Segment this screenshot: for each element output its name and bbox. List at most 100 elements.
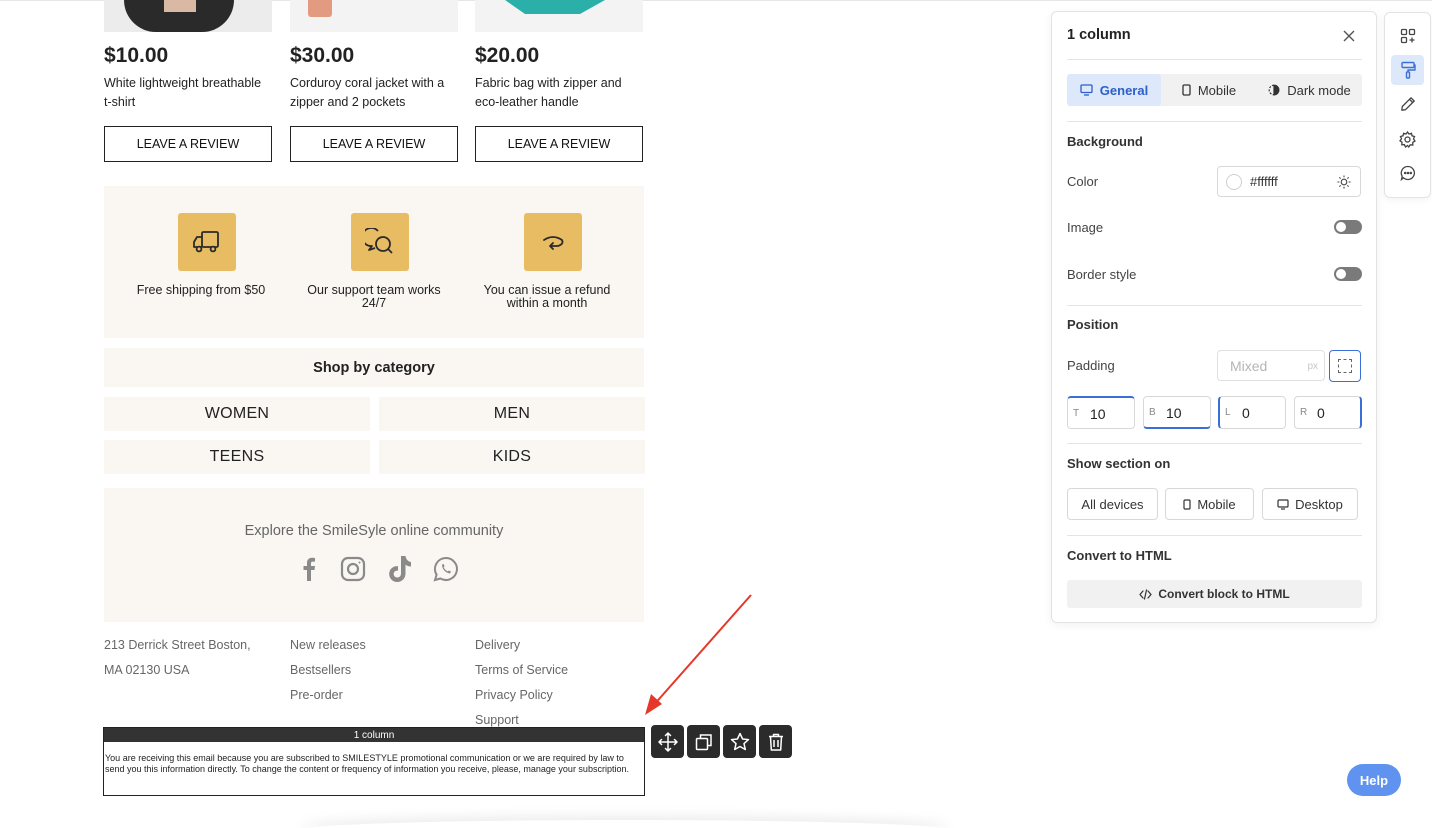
- color-value[interactable]: #ffffff: [1250, 174, 1278, 189]
- panel-tabs: General Mobile Dark mode: [1067, 74, 1362, 106]
- unsubscribe-notice-text[interactable]: You are receiving this email because you…: [105, 753, 643, 775]
- leave-review-button[interactable]: LEAVE A REVIEW: [290, 126, 458, 162]
- field-label: L: [1225, 407, 1231, 418]
- duplicate-icon[interactable]: [687, 725, 720, 758]
- image-label: Image: [1067, 220, 1104, 235]
- instagram-icon[interactable]: [338, 554, 368, 584]
- button-label: Mobile: [1197, 496, 1236, 512]
- padding-top-field[interactable]: T 10: [1067, 396, 1135, 429]
- category-link-men[interactable]: MEN: [379, 397, 645, 431]
- border-style-label: Border style: [1067, 267, 1137, 282]
- field-value[interactable]: 0: [1242, 405, 1250, 421]
- product-image: [290, 0, 458, 32]
- tab-general[interactable]: General: [1067, 74, 1161, 106]
- product-price: $20.00: [475, 44, 540, 67]
- chat-bubbles-icon: [351, 213, 409, 271]
- footer-link-privacy[interactable]: Privacy Policy: [475, 683, 655, 708]
- tab-label: General: [1099, 82, 1149, 98]
- tab-dark-mode[interactable]: Dark mode: [1257, 74, 1362, 106]
- mobile-icon: [1183, 498, 1191, 510]
- footer-link-pre-order[interactable]: Pre-order: [290, 683, 470, 708]
- field-value[interactable]: 10: [1166, 405, 1182, 421]
- paint-roller-icon[interactable]: [1391, 55, 1424, 85]
- category-link-kids[interactable]: KIDS: [379, 440, 645, 474]
- padding-bottom-field[interactable]: B 10: [1143, 396, 1211, 429]
- community-section[interactable]: Explore the SmileSyle online community: [104, 488, 644, 622]
- image-toggle[interactable]: [1334, 220, 1362, 234]
- show-all-devices-button[interactable]: All devices: [1067, 488, 1158, 520]
- padding-right-field[interactable]: R 0: [1294, 396, 1362, 429]
- tiktok-icon[interactable]: [385, 554, 415, 584]
- footer-link-new-releases[interactable]: New releases: [290, 633, 470, 658]
- product-description: Fabric bag with zipper and eco-leather h…: [475, 76, 622, 109]
- padding-input[interactable]: Mixed px: [1217, 350, 1325, 381]
- feature-text: You can issue a refund within a month: [483, 283, 611, 310]
- pencil-icon[interactable]: [1391, 89, 1424, 119]
- canvas-bottom-shadow: [300, 820, 950, 828]
- features-section[interactable]: Free shipping from $50 Our support team …: [104, 186, 644, 338]
- feature-item: You can issue a refund within a month: [457, 186, 637, 338]
- comment-icon[interactable]: [1391, 158, 1424, 188]
- convert-block-to-html-button[interactable]: Convert block to HTML: [1067, 580, 1362, 608]
- product-image: [475, 0, 643, 32]
- desktop-icon: [1277, 498, 1289, 510]
- mobile-icon: [1182, 84, 1191, 96]
- product-description: Corduroy coral jacket with a zipper and …: [290, 76, 445, 109]
- help-button[interactable]: Help: [1347, 764, 1401, 796]
- footer-links-2: Delivery Terms of Service Privacy Policy…: [475, 633, 655, 733]
- dark-mode-icon: [1268, 84, 1280, 96]
- dashed-box-icon: [1338, 359, 1352, 373]
- button-label: Desktop: [1295, 496, 1343, 512]
- code-icon: [1139, 588, 1153, 600]
- divider: [1067, 59, 1362, 60]
- whatsapp-icon[interactable]: [431, 554, 461, 584]
- selected-block-1-column[interactable]: 1 column You are receiving this email be…: [103, 727, 645, 796]
- blocks-grid-icon[interactable]: [1391, 21, 1424, 51]
- footer-link-delivery[interactable]: Delivery: [475, 633, 655, 658]
- product-row: $10.00 White lightweight breathable t-sh…: [104, 0, 644, 170]
- padding-left-field[interactable]: L 0: [1218, 396, 1286, 429]
- facebook-icon[interactable]: [294, 554, 324, 584]
- show-mobile-button[interactable]: Mobile: [1165, 488, 1254, 520]
- padding-sides-toggle[interactable]: [1329, 350, 1361, 382]
- settings-gear-icon[interactable]: [1391, 124, 1424, 154]
- feature-item: Our support team works 24/7: [284, 186, 464, 338]
- field-value[interactable]: 10: [1090, 406, 1106, 422]
- tab-mobile[interactable]: Mobile: [1163, 74, 1255, 106]
- background-color-field[interactable]: #ffffff: [1217, 166, 1361, 197]
- footer-link-terms[interactable]: Terms of Service: [475, 658, 655, 683]
- field-value[interactable]: 0: [1317, 405, 1325, 421]
- tab-label: Dark mode: [1287, 82, 1351, 98]
- favorite-star-icon[interactable]: [723, 725, 756, 758]
- background-section-title: Background: [1067, 134, 1143, 149]
- field-label: T: [1073, 408, 1080, 419]
- padding-label: Padding: [1067, 358, 1115, 373]
- field-label: R: [1300, 407, 1308, 418]
- category-link-women[interactable]: WOMEN: [104, 397, 370, 431]
- delete-trash-icon[interactable]: [759, 725, 792, 758]
- convert-section-title: Convert to HTML: [1067, 548, 1172, 563]
- divider: [1067, 535, 1362, 536]
- editor-side-rail: [1384, 12, 1431, 198]
- color-swatch[interactable]: [1226, 174, 1242, 190]
- footer-links-1: New releases Bestsellers Pre-order: [290, 633, 470, 708]
- product-description: White lightweight breathable t-shirt: [104, 76, 262, 109]
- leave-review-button[interactable]: LEAVE A REVIEW: [475, 126, 643, 162]
- toggle-knob: [1336, 269, 1346, 279]
- footer-link-bestsellers[interactable]: Bestsellers: [290, 658, 470, 683]
- address-line: 213 Derrick Street Boston,: [104, 638, 251, 652]
- show-section-title: Show section on: [1067, 456, 1171, 471]
- divider: [1067, 305, 1362, 306]
- leave-review-button[interactable]: LEAVE A REVIEW: [104, 126, 272, 162]
- show-desktop-button[interactable]: Desktop: [1262, 488, 1358, 520]
- tab-label: Mobile: [1197, 82, 1237, 98]
- product-image: [104, 0, 272, 32]
- feature-text: Free shipping from $50: [136, 283, 266, 297]
- close-icon[interactable]: [1342, 29, 1356, 43]
- button-label: All devices: [1081, 496, 1144, 512]
- move-icon[interactable]: [651, 725, 684, 758]
- sun-icon[interactable]: [1337, 175, 1351, 189]
- address-line: MA 02130 USA: [104, 663, 190, 677]
- category-link-teens[interactable]: TEENS: [104, 440, 370, 474]
- border-style-toggle[interactable]: [1334, 267, 1362, 281]
